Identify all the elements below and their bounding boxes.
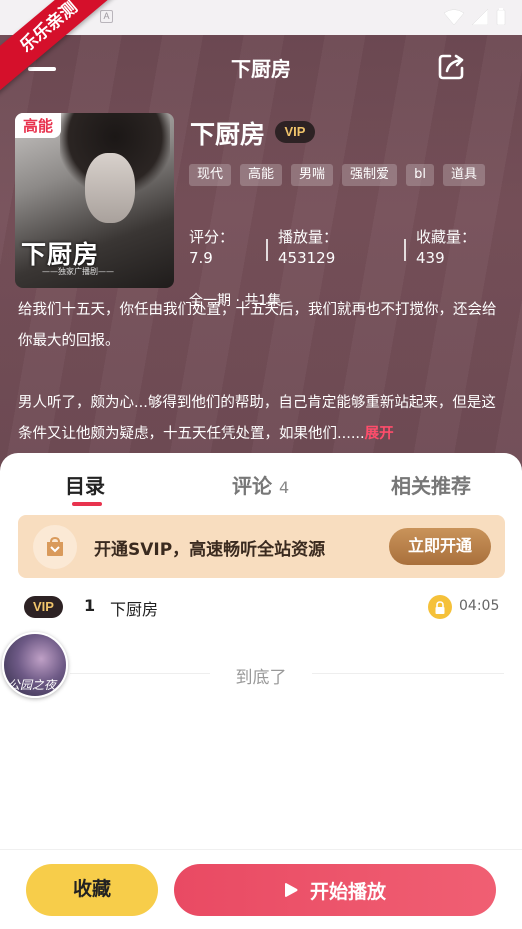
plays-stat: 播放量： 453129	[278, 228, 339, 267]
episode-duration: 04:05	[459, 598, 500, 614]
book-title: 下厨房	[190, 120, 266, 149]
tag[interactable]: 高能	[240, 164, 283, 186]
tab-comments[interactable]: 评论 4	[232, 470, 289, 499]
tab-catalog[interactable]: 目录	[65, 470, 105, 499]
floating-player-avatar[interactable]: 公园之夜	[2, 632, 68, 698]
promo-text: 开通SVIP，高速畅听全站资源	[94, 540, 326, 560]
floating-player-title: 公园之夜	[8, 678, 57, 692]
divider	[404, 239, 406, 261]
favorites-value: 439	[416, 249, 445, 267]
episode-vip-badge: VIP	[24, 596, 63, 618]
end-of-list-text: 到底了	[235, 668, 287, 688]
episode-number: 1	[84, 596, 96, 615]
divider	[266, 239, 268, 261]
expand-link[interactable]: 展开	[365, 426, 394, 442]
tag-list: 现代 高能 男喘 强制爱 bl 道具	[189, 164, 489, 186]
episode-row[interactable]: VIP 1 下厨房 04:05	[0, 590, 522, 624]
start-play-button[interactable]: 开始播放	[174, 864, 496, 916]
tag[interactable]: 道具	[442, 164, 485, 186]
tag[interactable]: 现代	[189, 164, 232, 186]
description-paragraph: 男人听了，颇为心...够得到他们的帮助，自己肯定能够重新站起来，但是这条件又让他…	[18, 395, 496, 442]
lock-icon	[428, 595, 452, 619]
tab-comments-label: 评论	[232, 474, 272, 498]
comments-count: 4	[278, 478, 290, 497]
favorites-stat: 收藏量： 439	[416, 228, 477, 267]
battery-icon	[496, 8, 506, 25]
hero-header: 下厨房 下厨房 ——独家广播剧—— 高能 下厨房 VIP 现代 高能 男喘 强制…	[0, 35, 522, 475]
status-icons	[444, 8, 506, 25]
bottom-action-bar: 收藏 开始播放	[0, 849, 522, 929]
cover-badge: 高能	[15, 113, 62, 138]
start-play-label: 开始播放	[309, 881, 386, 903]
svip-icon	[33, 525, 77, 569]
activate-svip-button[interactable]: 立即开通	[389, 528, 491, 565]
episode-title: 下厨房	[110, 600, 159, 619]
vip-badge: VIP	[275, 121, 315, 143]
description: 给我们十五天，你任由我们处置，十五天后，我们就再也不打搅你，还会给你最大的回报。…	[18, 295, 510, 450]
favorite-button[interactable]: 收藏	[26, 864, 158, 916]
rating-stat: 评分： 7.9	[189, 228, 235, 267]
cover-subtitle: ——独家广播剧——	[42, 267, 114, 276]
plays-value: 453129	[278, 249, 336, 267]
svip-promo-banner[interactable]: 开通SVIP，高速畅听全站资源 立即开通	[18, 515, 505, 578]
description-paragraph: 给我们十五天，你任由我们处置，十五天后，我们就再也不打搅你，还会给你最大的回报。	[18, 302, 497, 349]
tag[interactable]: 强制爱	[342, 164, 398, 186]
play-icon	[284, 883, 298, 897]
signal-icon	[472, 8, 488, 25]
rating-value: 7.9	[189, 249, 213, 267]
tab-indicator	[72, 502, 102, 506]
tab-related[interactable]: 相关推荐	[391, 470, 471, 499]
tag[interactable]: 男喘	[291, 164, 334, 186]
tag[interactable]: bl	[406, 164, 434, 186]
wifi-icon	[444, 8, 464, 25]
divider	[312, 673, 504, 674]
notification-icon: A	[100, 10, 113, 23]
cover-image[interactable]: 下厨房 ——独家广播剧——	[15, 113, 174, 288]
share-icon[interactable]	[436, 52, 466, 82]
